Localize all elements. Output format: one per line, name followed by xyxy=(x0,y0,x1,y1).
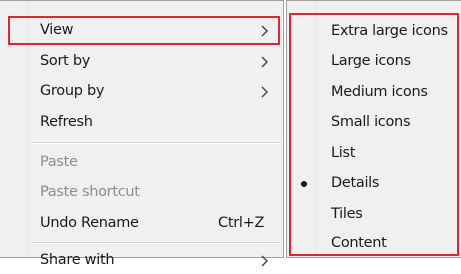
submenu-item-large-icons[interactable]: Large icons xyxy=(287,48,461,75)
menu-item-label: Group by xyxy=(40,83,105,99)
menu-item-label: Paste shortcut xyxy=(40,184,140,200)
menu-item-label: Extra large icons xyxy=(331,23,448,39)
menu-item-label: Details xyxy=(331,175,380,191)
chevron-right-icon xyxy=(261,78,271,105)
menu-item-paste-shortcut[interactable]: Paste shortcut xyxy=(0,179,283,206)
menu-item-label: Medium icons xyxy=(331,84,428,100)
chevron-right-icon xyxy=(261,247,271,274)
menu-separator xyxy=(30,242,281,244)
submenu-item-details[interactable]: Details xyxy=(287,170,461,197)
menu-item-label: Tiles xyxy=(331,206,363,222)
submenu-item-extra-large-icons[interactable]: Extra large icons xyxy=(287,18,461,45)
chevron-right-icon xyxy=(261,17,271,44)
menu-item-label: Paste xyxy=(40,154,78,170)
menu-item-view[interactable]: View xyxy=(0,17,283,44)
selected-bullet-icon xyxy=(301,181,307,187)
submenu-item-small-icons[interactable]: Small icons xyxy=(287,109,461,136)
menu-separator xyxy=(30,142,281,144)
submenu-item-medium-icons[interactable]: Medium icons xyxy=(287,79,461,106)
menu-item-sort-by[interactable]: Sort by xyxy=(0,48,283,75)
menu-item-label: Small icons xyxy=(331,114,411,130)
submenu-item-list[interactable]: List xyxy=(287,140,461,167)
menu-item-refresh[interactable]: Refresh xyxy=(0,109,283,136)
context-menu: View Sort by Group by Refresh Paste Past… xyxy=(0,0,284,268)
menu-item-label: List xyxy=(331,145,356,161)
submenu-item-content[interactable]: Content xyxy=(287,230,461,257)
keyboard-shortcut: Ctrl+Z xyxy=(218,215,265,231)
menu-item-label: Content xyxy=(331,235,387,251)
menu-item-label: Share with xyxy=(40,252,115,268)
submenu-item-tiles[interactable]: Tiles xyxy=(287,201,461,228)
view-submenu: Extra large icons Large icons Medium ico… xyxy=(286,0,461,258)
menu-item-share-with[interactable]: Share with xyxy=(0,247,283,274)
menu-item-label: Large icons xyxy=(331,53,411,69)
menu-item-label: Sort by xyxy=(40,53,91,69)
menu-item-label: Refresh xyxy=(40,114,93,130)
menu-item-label: View xyxy=(40,22,74,38)
menu-item-paste[interactable]: Paste xyxy=(0,149,283,176)
menu-item-undo-rename[interactable]: Undo Rename Ctrl+Z xyxy=(0,210,283,237)
menu-item-label: Undo Rename xyxy=(40,215,139,231)
chevron-right-icon xyxy=(261,48,271,75)
menu-item-group-by[interactable]: Group by xyxy=(0,78,283,105)
